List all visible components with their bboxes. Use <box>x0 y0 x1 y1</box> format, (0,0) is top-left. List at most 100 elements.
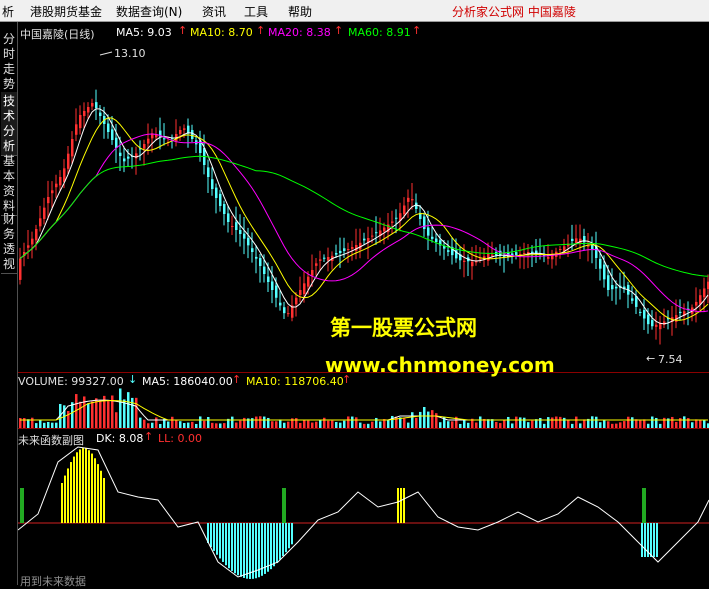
volume-bar <box>123 399 126 428</box>
volume-bar <box>551 417 554 428</box>
price-candle-body <box>315 263 318 266</box>
volume-bar <box>631 417 634 428</box>
volume-bar <box>403 418 406 428</box>
chart-area[interactable]: 中国嘉陵(日线) MA5: 9.03 ↑ MA10: 8.70 ↑ MA20: … <box>18 22 709 588</box>
volume-bar <box>411 412 414 428</box>
volume-bar <box>567 419 570 428</box>
price-candle-body <box>323 257 326 259</box>
price-candle-body <box>223 204 226 214</box>
volume-bar <box>331 420 334 428</box>
ma60-up-arrow-icon: ↑ <box>412 24 422 37</box>
watermark-title: 第一股票公式网 <box>330 316 477 340</box>
volume-bar <box>391 415 394 428</box>
price-candle-body <box>47 197 50 204</box>
price-candle-body <box>303 283 306 295</box>
price-candle-body <box>71 139 74 157</box>
volume-bar <box>651 416 654 428</box>
ma10-line <box>19 117 709 321</box>
price-candle-body <box>243 233 246 239</box>
price-candle-body <box>287 313 290 315</box>
volume-bar <box>375 417 378 428</box>
price-candle-body <box>299 290 302 296</box>
price-candle-body <box>615 286 618 289</box>
indicator-name: 未来函数副图 <box>18 434 84 447</box>
price-candle-body <box>215 187 218 198</box>
tab-technical-analysis[interactable]: 技术分析 <box>1 92 17 156</box>
tab-basic-info[interactable]: 基本资料 <box>1 152 17 216</box>
price-candle-body <box>75 124 78 135</box>
ma10-up-arrow-icon: ↑ <box>256 24 266 37</box>
price-candle-body <box>423 216 426 229</box>
price-candle-body <box>395 217 398 219</box>
menu-item-news[interactable]: 资讯 <box>202 3 226 20</box>
volume-bar <box>155 417 158 428</box>
volume-bar <box>559 416 562 428</box>
price-candle-body <box>271 281 274 290</box>
price-candle-body <box>335 253 338 255</box>
volume-bar <box>531 420 534 428</box>
menu-item-help[interactable]: 帮助 <box>288 3 312 20</box>
price-candle-body <box>447 250 450 252</box>
price-candle-body <box>435 238 438 243</box>
price-candle-body <box>247 237 250 246</box>
price-candle-body <box>415 202 418 209</box>
tab-intraday[interactable]: 分时走势 <box>1 30 17 94</box>
volume-bar <box>523 417 526 428</box>
price-candle-body <box>327 257 330 261</box>
price-candle-body <box>647 314 650 325</box>
price-candle-body <box>375 232 378 234</box>
volume-bar <box>595 416 598 428</box>
volume-bar <box>135 397 138 428</box>
stock-chart-canvas[interactable] <box>18 22 709 585</box>
volume-bar <box>259 416 262 428</box>
price-candle-body <box>351 247 354 249</box>
price-candle-body <box>559 249 562 250</box>
menu-item-data-query[interactable]: 数据查询(N) <box>116 3 182 20</box>
price-candle-body <box>231 226 234 227</box>
volume-bar <box>343 420 346 428</box>
low-price-arrow-icon: ← <box>646 352 656 365</box>
volume-down-arrow-icon: ↓ <box>128 373 138 386</box>
menu-bar: 析 港股期货基金 数据查询(N) 资讯 工具 帮助 分析家公式网 中国嘉陵 <box>0 0 709 22</box>
price-candle-body <box>263 266 266 274</box>
volume-bar <box>663 417 666 428</box>
price-candle-body <box>431 236 434 239</box>
price-candle-body <box>531 251 534 253</box>
volume-bar <box>91 401 94 428</box>
volume-bar <box>347 416 350 428</box>
tab-financials[interactable]: 财务透视 <box>1 210 17 274</box>
price-candle-body <box>27 245 30 248</box>
price-candle-body <box>59 177 62 186</box>
price-candle-body <box>607 275 610 290</box>
price-candle-body <box>183 128 186 130</box>
price-candle-body <box>279 302 282 306</box>
volume-bar <box>643 419 646 428</box>
indicator-green-marker <box>20 488 24 523</box>
price-candle-body <box>67 153 70 169</box>
price-candle-body <box>639 311 642 313</box>
volume-bar <box>243 417 246 428</box>
volume-bar <box>275 421 278 428</box>
price-candle-body <box>463 260 466 262</box>
price-candle-body <box>547 257 550 259</box>
price-candle-body <box>39 218 42 227</box>
volume-bar <box>463 419 466 428</box>
ma5-line <box>19 108 709 325</box>
menu-item-tools[interactable]: 工具 <box>244 3 268 20</box>
price-candle-body <box>87 107 90 113</box>
volume-bar <box>27 419 30 428</box>
volume-bar <box>423 407 426 428</box>
volume-bar <box>603 419 606 428</box>
volume-bar <box>87 403 90 428</box>
price-candle-body <box>127 156 130 159</box>
volume-bar <box>107 401 110 428</box>
price-candle-body <box>311 270 314 276</box>
price-candle-body <box>651 320 654 327</box>
price-candle-body <box>611 285 614 290</box>
ma60-readout: MA60: 8.91 <box>348 26 411 39</box>
volume-bar <box>591 416 594 428</box>
volume-ma5-up-arrow-icon: ↑ <box>232 373 242 386</box>
menu-item-analysis[interactable]: 析 <box>2 3 14 20</box>
menu-item-hk-futures-funds[interactable]: 港股期货基金 <box>30 3 102 20</box>
volume-bar <box>503 420 506 428</box>
